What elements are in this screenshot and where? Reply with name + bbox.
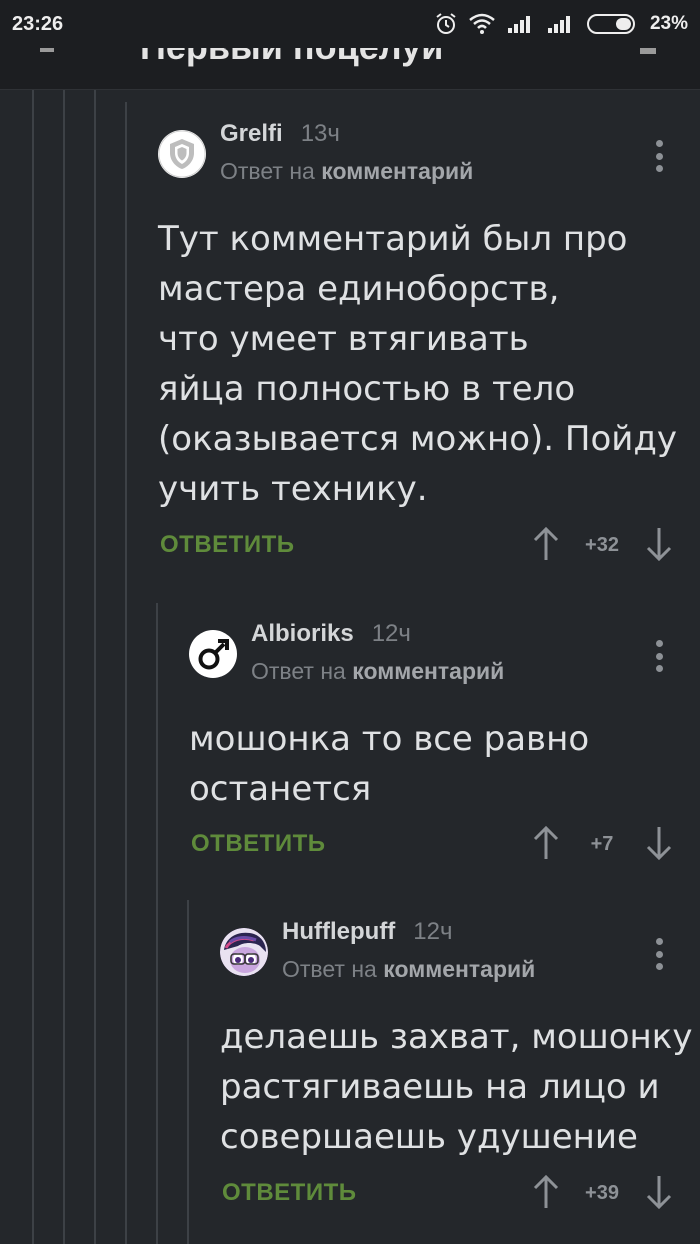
pony-avatar-icon bbox=[220, 928, 268, 976]
reply-prefix: Ответ на bbox=[282, 956, 377, 982]
signal-icon bbox=[507, 16, 530, 33]
more-options-icon[interactable] bbox=[654, 938, 664, 970]
comment-line: останется bbox=[189, 769, 372, 809]
arrow-down-icon[interactable] bbox=[645, 1175, 673, 1209]
comment-line: учить технику. bbox=[158, 469, 428, 509]
comment: Grelfi 13ч Ответ на комментарий Тут комме… bbox=[158, 120, 700, 570]
avatar[interactable] bbox=[220, 928, 268, 976]
comment-line: делаешь захват, мошонку bbox=[220, 1017, 693, 1057]
comment-rating: +39 bbox=[585, 1182, 619, 1204]
reply-target-link[interactable]: комментарий bbox=[352, 658, 504, 684]
more-options-icon[interactable] bbox=[654, 640, 664, 672]
reply-reference: Ответ на комментарий bbox=[251, 658, 504, 685]
reply-prefix: Ответ на bbox=[251, 658, 346, 684]
author-label: Hufflepuff bbox=[282, 918, 396, 945]
battery-percent: 23% bbox=[649, 13, 688, 34]
reply-reference: Ответ на комментарий bbox=[282, 956, 535, 983]
arrow-down-icon[interactable] bbox=[645, 826, 673, 860]
author-label: Grelfi bbox=[220, 120, 283, 147]
comment-line: что умеет втягивать bbox=[158, 319, 529, 359]
comment-rating: +32 bbox=[585, 534, 619, 556]
arrow-down-icon[interactable] bbox=[645, 527, 673, 561]
reply-button[interactable]: ОТВЕТИТЬ bbox=[222, 1179, 357, 1207]
thread-line bbox=[156, 603, 158, 1244]
thread-line bbox=[94, 90, 96, 1244]
comment-line: растягиваешь на лицо и bbox=[220, 1067, 660, 1107]
comment-line: мошонка то все равно bbox=[189, 719, 590, 759]
avatar[interactable] bbox=[189, 630, 237, 678]
thread-line bbox=[187, 900, 189, 1244]
chevron-icon[interactable] bbox=[640, 48, 656, 54]
reply-prefix: Ответ на bbox=[220, 158, 315, 184]
comment-line: мастера единоборств, bbox=[158, 269, 560, 309]
comment-time: 12ч bbox=[413, 918, 453, 945]
comment-body: Тут комментарий был про мастера единобор… bbox=[158, 214, 677, 514]
status-icons: 23% bbox=[434, 12, 688, 36]
arrow-up-icon[interactable] bbox=[532, 527, 560, 561]
avatar[interactable] bbox=[158, 130, 206, 178]
comment-time: 12ч bbox=[371, 620, 411, 647]
status-bar: 23:26 23% bbox=[0, 0, 700, 48]
comment-line: Тут комментарий был про bbox=[158, 219, 628, 259]
author-label: Albioriks bbox=[251, 620, 354, 647]
thread-line bbox=[32, 90, 34, 1244]
arrow-up-icon[interactable] bbox=[532, 826, 560, 860]
alarm-icon bbox=[436, 13, 456, 34]
comment-time: 13ч bbox=[300, 120, 340, 147]
post-header: Первый поцелуй bbox=[0, 48, 700, 90]
arrow-up-icon[interactable] bbox=[532, 1175, 560, 1209]
status-time: 23:26 bbox=[12, 12, 64, 35]
comment-body: делаешь захват, мошонку растягиваешь на … bbox=[220, 1012, 692, 1162]
reply-reference: Ответ на комментарий bbox=[220, 158, 473, 185]
author-name[interactable]: Albioriks 12ч bbox=[251, 620, 411, 648]
thread-line bbox=[125, 102, 127, 1244]
comment-line: совершаешь удушение bbox=[220, 1117, 638, 1157]
comment-line: (оказывается можно). Пойду bbox=[158, 419, 677, 459]
more-options-icon[interactable] bbox=[654, 140, 664, 172]
reply-target-link[interactable]: комментарий bbox=[321, 158, 473, 184]
post-title: Первый поцелуй bbox=[140, 48, 443, 68]
signal-icon bbox=[547, 16, 570, 33]
thread-line bbox=[63, 90, 65, 1244]
shield-icon bbox=[158, 130, 206, 178]
comment: Hufflepuff 12ч Ответ на комментарий делае… bbox=[220, 918, 700, 1218]
reply-target-link[interactable]: комментарий bbox=[383, 956, 535, 982]
battery-icon bbox=[586, 14, 635, 34]
comment: Albioriks 12ч Ответ на комментарий мошонк… bbox=[189, 620, 700, 870]
back-icon[interactable] bbox=[40, 48, 54, 52]
comment-body: мошонка то все равно останется bbox=[189, 714, 589, 814]
comment-line: яйца полностью в тело bbox=[158, 369, 576, 409]
author-name[interactable]: Grelfi 13ч bbox=[220, 120, 340, 148]
author-name[interactable]: Hufflepuff 12ч bbox=[282, 918, 453, 946]
male-symbol-icon bbox=[190, 631, 236, 677]
reply-button[interactable]: ОТВЕТИТЬ bbox=[160, 531, 295, 559]
reply-button[interactable]: ОТВЕТИТЬ bbox=[191, 830, 326, 858]
comment-rating: +7 bbox=[590, 833, 614, 855]
wifi-icon bbox=[469, 13, 495, 34]
